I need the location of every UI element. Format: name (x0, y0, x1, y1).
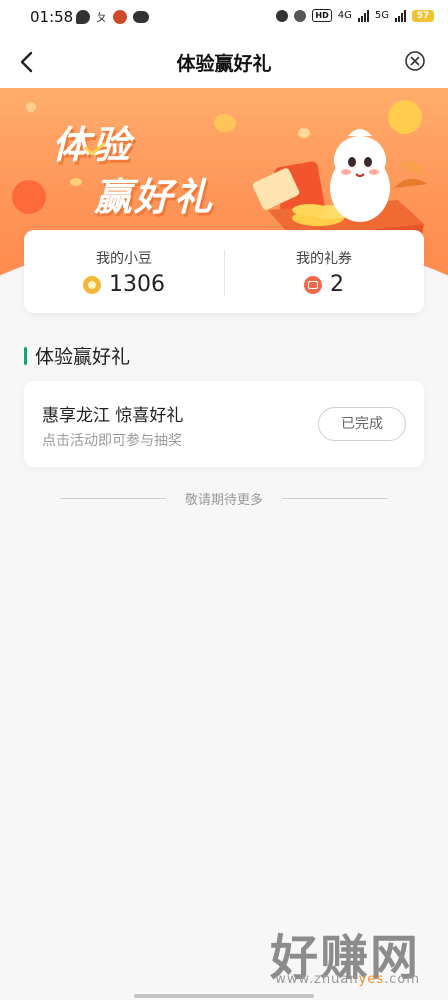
mute-icon (294, 9, 307, 22)
section-accent-bar (24, 346, 27, 365)
network-5g-label: 5G (374, 10, 389, 21)
watermark-url-highlight: yes (358, 972, 385, 987)
watermark-url-suffix: .com (384, 972, 420, 987)
watermark-url-prefix: www.zhuan (275, 972, 359, 987)
watermark: 好赚网 www.zhuanyes.com (230, 918, 420, 988)
more-coming-note: 敬请期待更多 (60, 488, 388, 508)
my-beans-stat[interactable]: 我的小豆 1306 (24, 230, 224, 313)
coupon-icon (304, 275, 322, 294)
nav-bar: 体验赢好礼 (0, 34, 448, 88)
watermark-url: www.zhuanyes.com (275, 972, 420, 987)
status-bar: 01:58 ㄆ HD 4G 5G 57 (0, 0, 448, 34)
network-4g-label: 4G (337, 10, 352, 21)
notification-icons: ㄆ (76, 9, 149, 25)
activity-title: 惠享龙江 惊喜好礼 (42, 406, 184, 426)
sparkle-icon (26, 102, 36, 112)
coupons-value: 2 (330, 272, 344, 297)
coupons-label: 我的礼券 (296, 251, 352, 267)
bean-coin-icon (83, 275, 101, 294)
activity-card[interactable]: 惠享龙江 惊喜好礼 点击活动即可参与抽奖 已完成 (24, 381, 424, 467)
banner-headline-2: 赢好礼 (94, 175, 215, 219)
beans-label: 我的小豆 (96, 251, 152, 267)
home-indicator[interactable] (134, 994, 314, 998)
page-title: 体验赢好礼 (176, 53, 272, 75)
signal-icon (357, 9, 369, 22)
signal-icon-2 (395, 9, 406, 22)
chat-icon (76, 10, 90, 24)
stats-card: 我的小豆 1306 我的礼券 2 (24, 230, 424, 313)
coin-decoration-icon (214, 114, 236, 132)
my-coupons-stat[interactable]: 我的礼券 2 (224, 230, 424, 313)
system-indicators: HD 4G 5G 57 (276, 9, 434, 22)
close-button[interactable] (404, 50, 426, 72)
sparkle-icon (70, 178, 82, 186)
status-time: 01:58 (30, 8, 74, 26)
beans-value: 1306 (109, 272, 165, 297)
hd-badge: HD (312, 9, 332, 22)
activity-subtitle: 点击活动即可参与抽奖 (42, 433, 182, 449)
battery-icon: 57 (412, 9, 434, 22)
cloud-icon (133, 11, 149, 23)
red-envelope-icon (12, 180, 46, 214)
alarm-icon (276, 9, 289, 22)
notif-text-icon: ㄆ (96, 11, 107, 24)
section-title: 体验赢好礼 (35, 346, 131, 368)
app-notification-icon (113, 10, 127, 24)
section-header: 体验赢好礼 (24, 342, 130, 369)
close-circle-icon (405, 51, 425, 71)
check-mark-icon (84, 142, 106, 156)
completed-button[interactable]: 已完成 (318, 407, 406, 441)
divider-line-right (282, 498, 388, 499)
